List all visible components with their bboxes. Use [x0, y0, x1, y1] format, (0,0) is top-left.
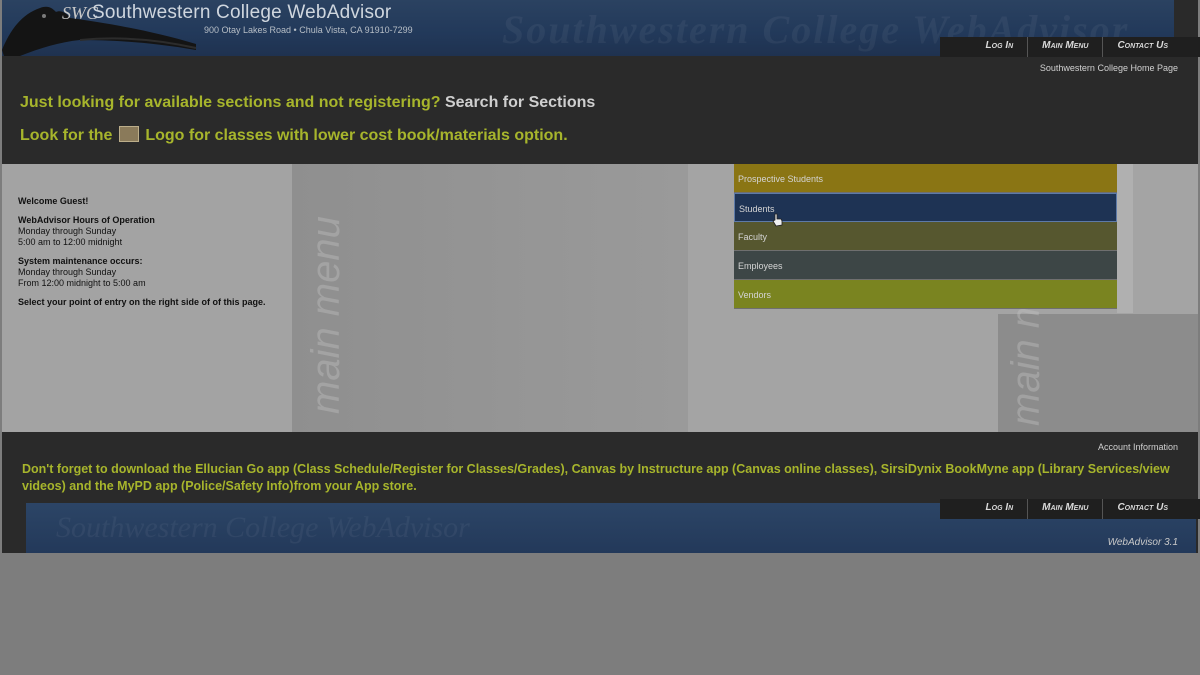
account-information-link[interactable]: Account Information	[1098, 442, 1178, 452]
lower-cost-logo-icon	[118, 126, 139, 142]
entry-students[interactable]: Students	[734, 193, 1117, 222]
welcome-info: Welcome Guest! WebAdvisor Hours of Opera…	[18, 196, 288, 308]
maintenance-time: From 12:00 midnight to 5:00 am	[18, 278, 146, 288]
nav-contact-us[interactable]: Contact Us	[1102, 37, 1182, 57]
entry-menu-edge	[1117, 164, 1133, 313]
app-download-message: Don't forget to download the Ellucian Go…	[22, 462, 1170, 493]
top-nav: Log In Main Menu Contact Us	[972, 37, 1182, 57]
notice-line2-suffix: Logo for classes with lower cost book/ma…	[145, 127, 568, 144]
site-title[interactable]: Southwestern College WebAdvisor	[92, 2, 391, 24]
webadvisor-version: WebAdvisor 3.1	[1107, 537, 1178, 548]
hours-days: Monday through Sunday	[18, 226, 117, 236]
middle-panel: main menu	[292, 164, 688, 432]
entry-panel-lower: main menu	[998, 228, 1198, 432]
notice-search-sections: Just looking for available sections and …	[20, 94, 595, 112]
notice-lower-cost: Look for the Logo for classes with lower…	[20, 126, 568, 145]
hours-time: 5:00 am to 12:00 midnight	[18, 237, 123, 247]
footer-nav-main-menu[interactable]: Main Menu	[1027, 499, 1102, 519]
footer-faint-text: Southwestern College WebAdvisor	[56, 511, 470, 544]
hand-cursor-icon	[772, 213, 783, 227]
entry-prospective-students[interactable]: Prospective Students	[734, 164, 1117, 193]
maintenance-days: Monday through Sunday	[18, 267, 117, 277]
footer-nav-contact-us[interactable]: Contact Us	[1102, 499, 1182, 519]
welcome-text: Welcome Guest!	[18, 196, 89, 206]
footer-nav-log-in[interactable]: Log In	[972, 499, 1028, 519]
nav-log-in[interactable]: Log In	[972, 37, 1028, 57]
notice-line2-prefix: Look for the	[20, 127, 113, 144]
entry-employees[interactable]: Employees	[734, 251, 1117, 280]
site-address: 900 Otay Lakes Road • Chula Vista, CA 91…	[204, 25, 413, 35]
search-for-sections-link[interactable]: Search for Sections	[445, 94, 595, 111]
bottom-nav: Log In Main Menu Contact Us	[972, 499, 1182, 519]
entry-vendors[interactable]: Vendors	[734, 280, 1117, 309]
college-home-page-link[interactable]: Southwestern College Home Page	[1040, 63, 1178, 73]
select-entry-note: Select your point of entry on the right …	[18, 297, 266, 307]
maintenance-title: System maintenance occurs:	[18, 256, 143, 266]
main-menu-watermark: main menu	[304, 216, 348, 414]
hours-title: WebAdvisor Hours of Operation	[18, 215, 155, 225]
entry-menu: Prospective Students Students Faculty Em…	[734, 164, 1117, 309]
nav-main-menu[interactable]: Main Menu	[1027, 37, 1102, 57]
entry-faculty[interactable]: Faculty	[734, 222, 1117, 251]
notice-line1-text: Just looking for available sections and …	[20, 94, 441, 111]
